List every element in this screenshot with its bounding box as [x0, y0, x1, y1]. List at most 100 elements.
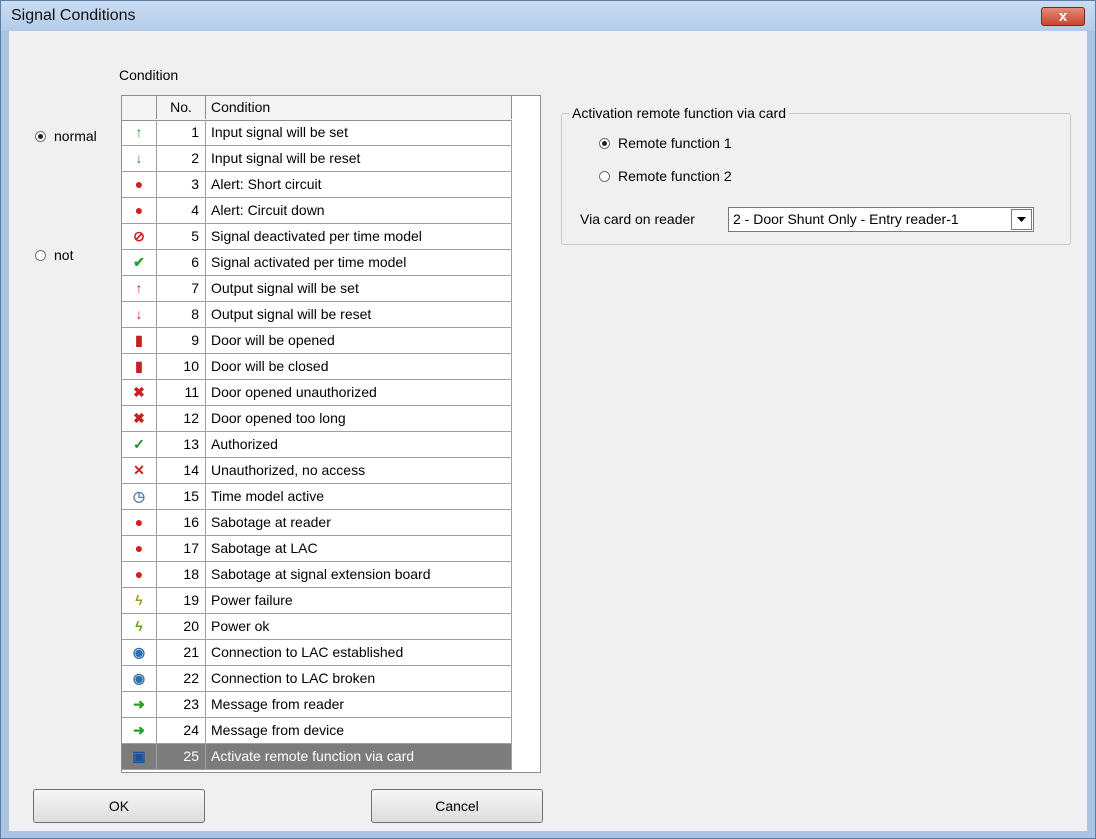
- row-number: 11: [157, 380, 206, 405]
- row-condition: Alert: Circuit down: [206, 198, 512, 223]
- table-row[interactable]: ● 4 Alert: Circuit down: [122, 198, 512, 224]
- row-number: 9: [157, 328, 206, 353]
- table-row[interactable]: ➜ 23 Message from reader: [122, 692, 512, 718]
- row-condition: Connection to LAC established: [206, 640, 512, 665]
- row-number: 3: [157, 172, 206, 197]
- title-bar: Signal Conditions x: [1, 1, 1095, 31]
- normal-radio[interactable]: normal: [35, 128, 97, 144]
- door-closed-icon: ▮: [122, 354, 157, 379]
- header-condition[interactable]: Condition: [206, 96, 512, 119]
- row-condition: Output signal will be reset: [206, 302, 512, 327]
- globe-connected-icon: ◉: [122, 640, 157, 665]
- dialog-body: Condition normal not No. Condition ↑ 1 Inp…: [9, 31, 1087, 831]
- row-condition: Connection to LAC broken: [206, 666, 512, 691]
- row-condition: Door will be closed: [206, 354, 512, 379]
- table-row[interactable]: ◉ 21 Connection to LAC established: [122, 640, 512, 666]
- table-row[interactable]: ◷ 15 Time model active: [122, 484, 512, 510]
- row-number: 7: [157, 276, 206, 301]
- row-number: 1: [157, 120, 206, 145]
- window-title: Signal Conditions: [11, 7, 136, 24]
- header-icon-column: [122, 96, 157, 119]
- row-condition: Activate remote function via card: [206, 744, 512, 769]
- chevron-down-icon[interactable]: [1011, 209, 1032, 230]
- table-row[interactable]: ✔ 6 Signal activated per time model: [122, 250, 512, 276]
- row-condition: Sabotage at reader: [206, 510, 512, 535]
- row-number: 4: [157, 198, 206, 223]
- table-row[interactable]: ◉ 22 Connection to LAC broken: [122, 666, 512, 692]
- table-row[interactable]: ↑ 7 Output signal will be set: [122, 276, 512, 302]
- row-number: 24: [157, 718, 206, 743]
- table-row[interactable]: ▮ 10 Door will be closed: [122, 354, 512, 380]
- message-reader-icon: ➜: [122, 692, 157, 717]
- row-condition: Message from reader: [206, 692, 512, 717]
- normal-radio-dot: [35, 130, 46, 142]
- condition-grid[interactable]: No. Condition ↑ 1 Input signal will be set…: [121, 95, 541, 773]
- row-number: 2: [157, 146, 206, 171]
- arrow-up-red-icon: ↑: [122, 276, 157, 301]
- table-row[interactable]: ● 3 Alert: Short circuit: [122, 172, 512, 198]
- row-condition: Sabotage at LAC: [206, 536, 512, 561]
- remote-function-1-dot: [599, 137, 610, 149]
- door-too-long-icon: ✖: [122, 406, 157, 431]
- table-row[interactable]: ϟ 20 Power ok: [122, 614, 512, 640]
- remote-function-2-label: Remote function 2: [618, 168, 732, 184]
- table-row[interactable]: ✖ 12 Door opened too long: [122, 406, 512, 432]
- signal-conditions-dialog: Signal Conditions x Condition normal not…: [0, 0, 1096, 839]
- table-row[interactable]: ✖ 11 Door opened unauthorized: [122, 380, 512, 406]
- row-number: 5: [157, 224, 206, 249]
- row-condition: Alert: Short circuit: [206, 172, 512, 197]
- reader-select[interactable]: 2 - Door Shunt Only - Entry reader-1: [728, 207, 1034, 232]
- reader-select-value: 2 - Door Shunt Only - Entry reader-1: [733, 211, 959, 227]
- row-number: 20: [157, 614, 206, 639]
- not-radio[interactable]: not: [35, 247, 73, 263]
- table-row[interactable]: ↑ 1 Input signal will be set: [122, 120, 512, 146]
- table-row[interactable]: ➜ 24 Message from device: [122, 718, 512, 744]
- table-row[interactable]: ⊘ 5 Signal deactivated per time model: [122, 224, 512, 250]
- table-row[interactable]: ● 16 Sabotage at reader: [122, 510, 512, 536]
- arrow-down-green-icon: ↓: [122, 146, 157, 171]
- ok-button[interactable]: OK: [33, 789, 205, 823]
- header-no[interactable]: No.: [157, 96, 206, 119]
- sabotage-extension-icon: ●: [122, 562, 157, 587]
- table-row[interactable]: ✕ 14 Unauthorized, no access: [122, 458, 512, 484]
- check-circle-icon: ✔: [122, 250, 157, 275]
- row-number: 23: [157, 692, 206, 717]
- row-number: 18: [157, 562, 206, 587]
- arrow-up-green-icon: ↑: [122, 120, 157, 145]
- close-icon: x: [1058, 8, 1068, 25]
- no-entry-icon: ⊘: [122, 224, 157, 249]
- remote-function-1-radio[interactable]: Remote function 1: [599, 135, 732, 151]
- table-row[interactable]: ● 17 Sabotage at LAC: [122, 536, 512, 562]
- door-open-icon: ▮: [122, 328, 157, 353]
- table-row[interactable]: ✓ 13 Authorized: [122, 432, 512, 458]
- arrow-down-red-icon: ↓: [122, 302, 157, 327]
- row-number: 25: [157, 744, 206, 769]
- row-condition: Door opened unauthorized: [206, 380, 512, 405]
- table-row[interactable]: ▣ 25 Activate remote function via card: [122, 744, 512, 770]
- row-number: 17: [157, 536, 206, 561]
- row-condition: Power failure: [206, 588, 512, 613]
- remote-function-legend: Activation remote function via card: [569, 105, 789, 121]
- table-row[interactable]: ϟ 19 Power failure: [122, 588, 512, 614]
- card-remote-icon: ▣: [122, 744, 157, 769]
- row-number: 6: [157, 250, 206, 275]
- row-number: 15: [157, 484, 206, 509]
- table-row[interactable]: ↓ 8 Output signal will be reset: [122, 302, 512, 328]
- remote-function-2-dot: [599, 170, 610, 182]
- power-failure-icon: ϟ: [122, 588, 157, 613]
- remote-function-1-label: Remote function 1: [618, 135, 732, 151]
- row-condition: Output signal will be set: [206, 276, 512, 301]
- not-radio-label: not: [54, 247, 74, 263]
- cancel-button[interactable]: Cancel: [371, 789, 543, 823]
- row-condition: Input signal will be reset: [206, 146, 512, 171]
- table-row[interactable]: ▮ 9 Door will be opened: [122, 328, 512, 354]
- door-unauthorized-icon: ✖: [122, 380, 157, 405]
- remote-function-2-radio[interactable]: Remote function 2: [599, 168, 732, 184]
- row-number: 13: [157, 432, 206, 457]
- table-row[interactable]: ↓ 2 Input signal will be reset: [122, 146, 512, 172]
- row-condition: Door opened too long: [206, 406, 512, 431]
- table-row[interactable]: ● 18 Sabotage at signal extension board: [122, 562, 512, 588]
- close-button[interactable]: x: [1041, 7, 1085, 26]
- row-number: 21: [157, 640, 206, 665]
- cross-icon: ✕: [122, 458, 157, 483]
